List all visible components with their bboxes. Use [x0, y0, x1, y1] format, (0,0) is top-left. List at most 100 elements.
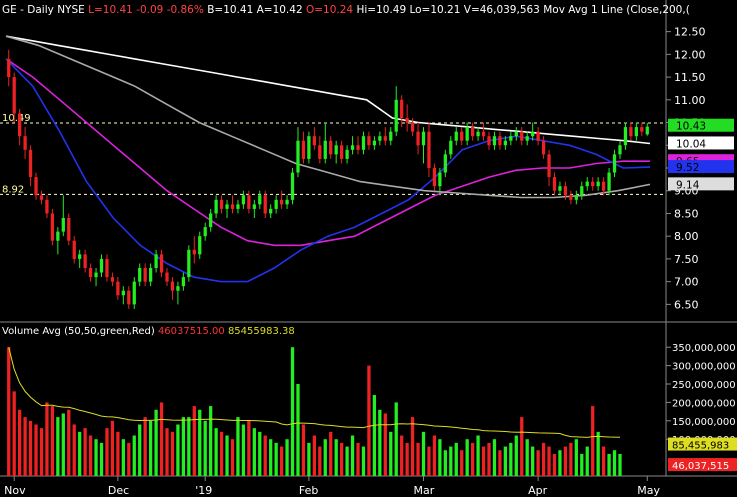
volume-bar [607, 453, 611, 476]
volume-bar [263, 435, 267, 476]
open: O=10.24 [306, 4, 353, 16]
candle-body [296, 140, 300, 173]
volume-tick-label: 200,000,000 [672, 398, 736, 409]
volume-bar [558, 450, 562, 476]
candle-body [329, 140, 333, 155]
volume-bar [203, 420, 207, 476]
candle-body [367, 136, 371, 146]
candle [67, 213, 71, 246]
volume-bar [416, 442, 420, 476]
candle-body [187, 249, 191, 278]
candle-body [449, 140, 453, 155]
candle-body [56, 231, 60, 241]
candle-body [7, 58, 11, 78]
price-tags: 10.4310.049.659.529.14 [668, 118, 734, 191]
volume-bar [421, 431, 426, 476]
candle-body [465, 127, 469, 141]
volume-bar [405, 442, 409, 476]
candle-body [45, 199, 49, 214]
volume-bar [78, 431, 82, 476]
volume-bar [192, 406, 196, 476]
volume-title: Volume Avg (50,50,green,Red) [2, 326, 155, 337]
price-tick-label: 12.00 [674, 48, 706, 61]
period: Daily [27, 4, 54, 16]
volume-bar [318, 446, 322, 476]
reference-label: 8.92 [2, 184, 24, 195]
candle [50, 208, 55, 246]
volume-bar [45, 402, 49, 476]
candle-body [88, 268, 93, 278]
volume-bar [94, 439, 98, 476]
candle-body [389, 131, 393, 141]
volume-bar [230, 439, 235, 476]
volume-bar [143, 417, 147, 476]
candle-body [405, 118, 409, 123]
candle-body [470, 127, 475, 137]
symbol: GE [2, 4, 17, 16]
candle-body [552, 177, 557, 191]
candle-body [143, 268, 147, 282]
volume-bar [105, 428, 109, 476]
volume-bar [159, 402, 164, 476]
volume-bar [410, 417, 415, 476]
candle-body [487, 136, 491, 146]
candle-body [138, 268, 142, 282]
candle [132, 277, 136, 309]
candle-body [241, 195, 246, 205]
volume-bar [470, 442, 475, 476]
candle-body [443, 154, 447, 173]
price-tag-label: 9.14 [676, 179, 700, 191]
candle-body [601, 181, 606, 191]
candle-body [18, 113, 22, 137]
candle-body [61, 218, 65, 232]
volume-bar [236, 417, 240, 476]
volume-bar [170, 431, 175, 476]
volume-bar [498, 450, 502, 476]
candle-body [400, 99, 404, 118]
volume-tag: 85,455,983 [668, 437, 737, 452]
volume-bar [427, 446, 431, 476]
candle-body [290, 172, 295, 200]
volume-bar [552, 453, 557, 476]
volume-bar [383, 413, 387, 476]
volume-bar [274, 442, 278, 476]
candle-body [170, 281, 175, 291]
volume-bar [350, 435, 355, 476]
candle-body [569, 195, 573, 200]
candle-body [454, 131, 458, 141]
volume-bar [525, 439, 529, 476]
volume-bar [580, 453, 584, 476]
volume-bar [61, 413, 65, 476]
time-tick-label: May [637, 484, 660, 497]
candle-body [154, 254, 158, 268]
volume-bar [176, 424, 180, 476]
candle-body [83, 254, 87, 268]
candle-body [536, 131, 540, 141]
low: Lo=10.21 [409, 4, 460, 16]
candle-body [460, 131, 464, 141]
candle-body [214, 199, 218, 214]
volume-bar [99, 442, 104, 476]
candle [307, 131, 311, 164]
candle-body [67, 218, 71, 241]
price-tag-label: 9.52 [676, 162, 699, 174]
candle-body [623, 127, 628, 146]
price-tick-label: 7.50 [674, 253, 699, 266]
candle-body [110, 277, 115, 282]
volume-bar [138, 424, 142, 476]
volume-bar [509, 442, 513, 476]
volume-bar [258, 431, 262, 476]
candle-body [634, 127, 638, 137]
candle-body [116, 281, 120, 296]
candle-body [274, 199, 278, 209]
high: Hi=10.49 [356, 4, 406, 16]
candle-body [225, 204, 229, 209]
candle-body [209, 213, 213, 228]
price-tick-label: 11.00 [674, 94, 706, 107]
volume-bar [50, 406, 55, 476]
candle-body [558, 186, 562, 191]
candle-body [340, 145, 344, 159]
candle-body [121, 290, 125, 296]
ask: A=10.42 [257, 4, 303, 16]
candle-body [28, 149, 33, 178]
